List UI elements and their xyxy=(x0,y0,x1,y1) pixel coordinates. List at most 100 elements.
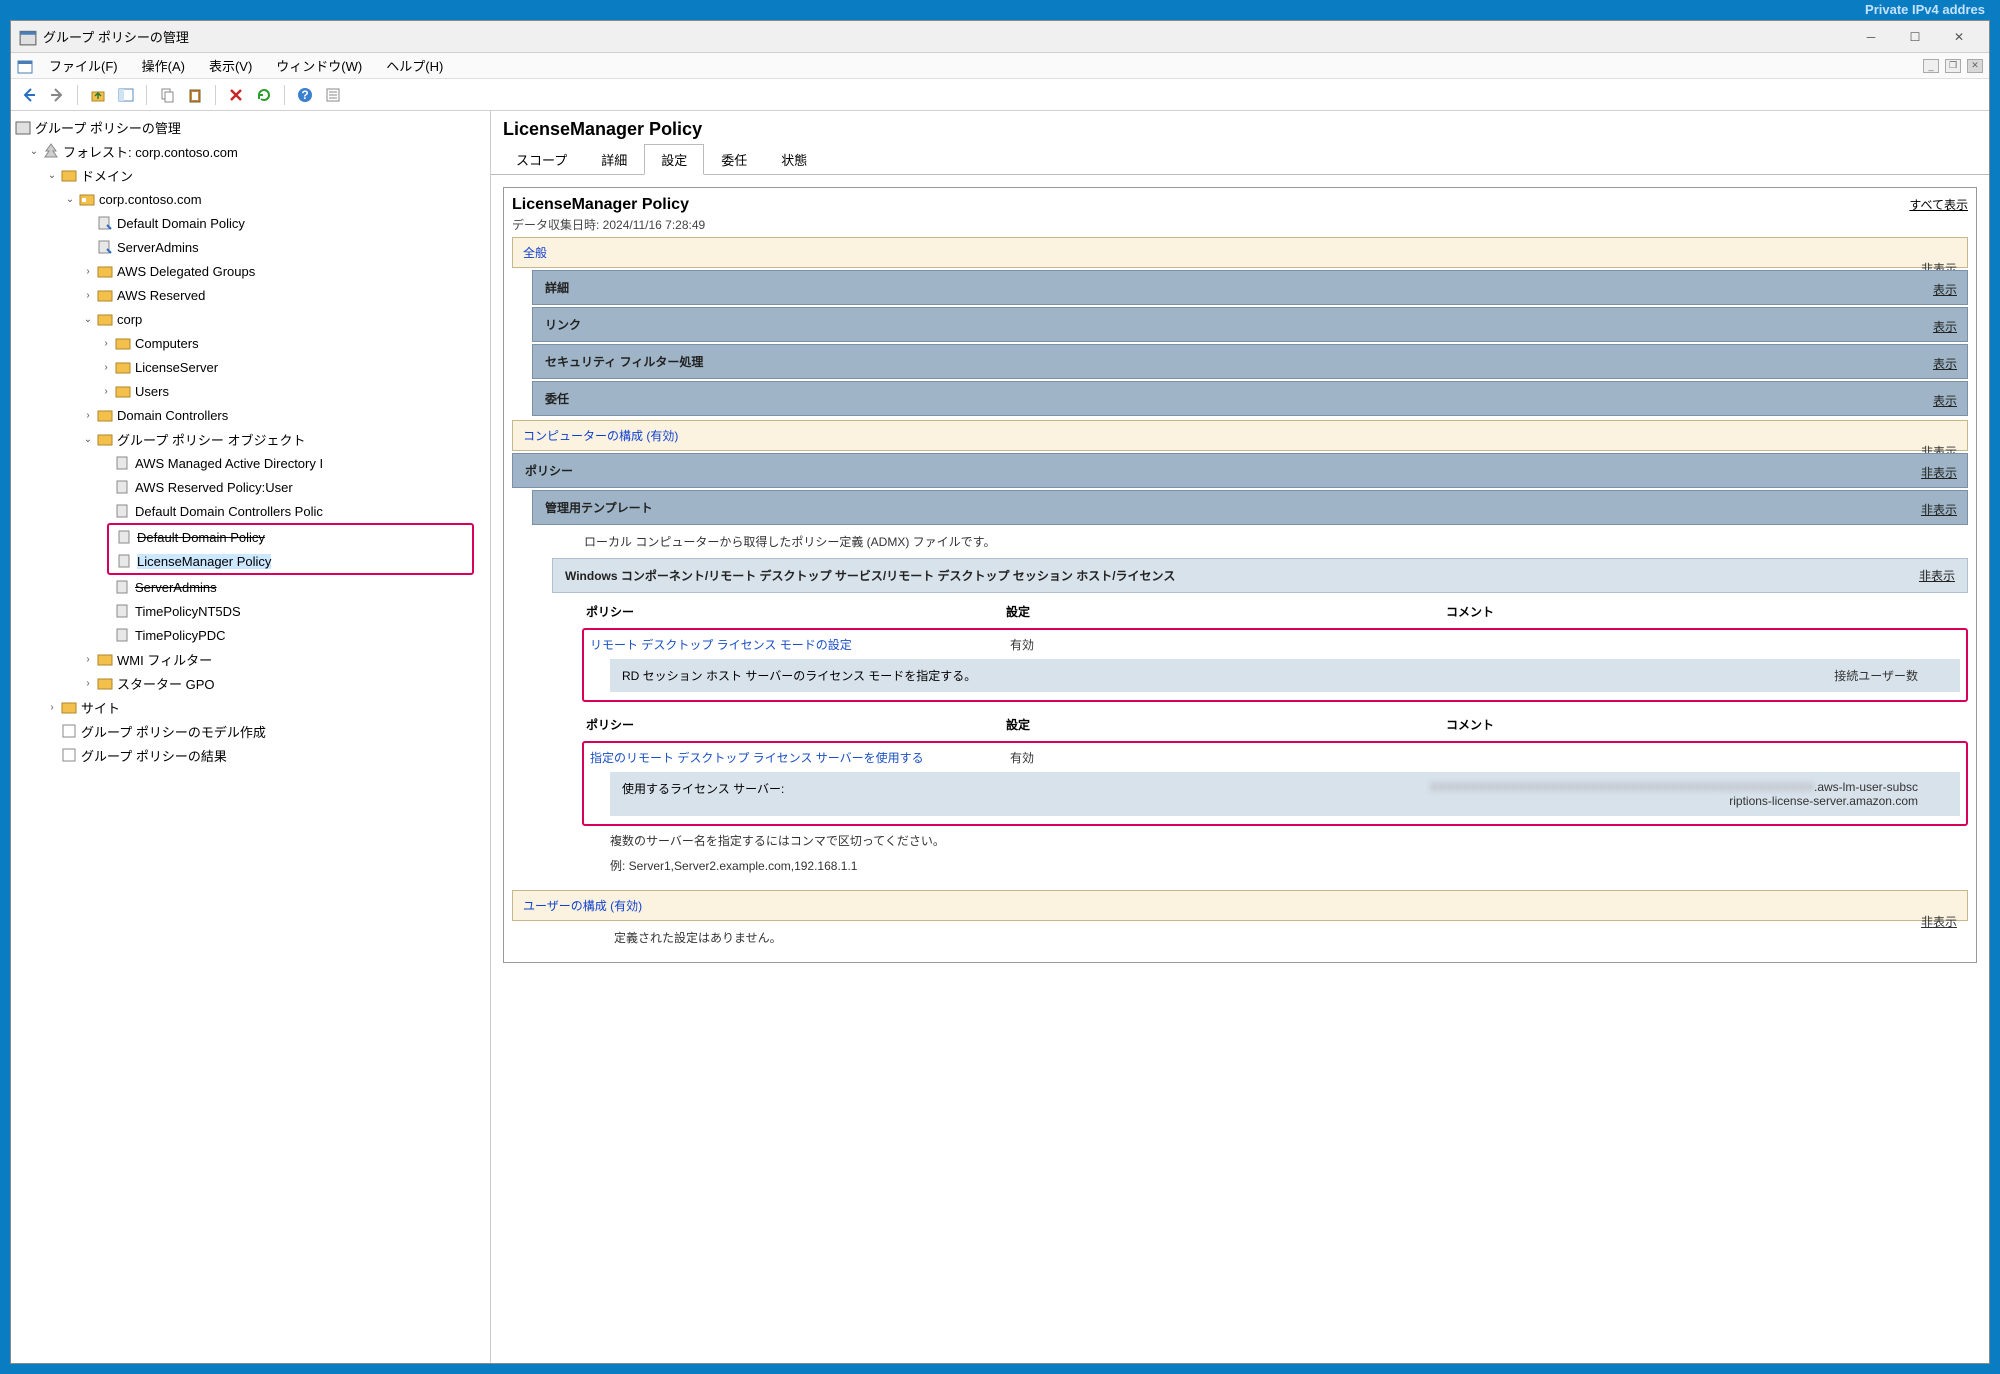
tree-item[interactable]: ›Users xyxy=(13,379,488,403)
details-pane: LicenseManager Policy スコープ 詳細 設定 委任 状態 す… xyxy=(491,111,1989,1363)
tree-item[interactable]: AWS Reserved Policy:User xyxy=(13,475,488,499)
tree-item[interactable]: ›スターター GPO xyxy=(13,671,488,695)
tree-sites[interactable]: ›サイト xyxy=(13,695,488,719)
tree-item[interactable]: ›AWS Delegated Groups xyxy=(13,259,488,283)
tree-item[interactable]: Default Domain Controllers Polic xyxy=(13,499,488,523)
toggle-link[interactable]: 非表示 xyxy=(1921,913,1957,930)
expand-icon[interactable]: › xyxy=(81,266,95,277)
tree-root[interactable]: グループ ポリシーの管理 xyxy=(13,115,488,139)
titlebar[interactable]: グループ ポリシーの管理 ─ ☐ ✕ xyxy=(11,21,1989,53)
up-button[interactable] xyxy=(86,83,110,107)
gpmc-window: グループ ポリシーの管理 ─ ☐ ✕ ファイル(F) 操作(A) 表示(V) ウ… xyxy=(10,20,1990,1364)
toggle-link[interactable]: 表示 xyxy=(1933,281,1957,298)
tree-item[interactable]: Default Domain Policy xyxy=(13,211,488,235)
admx-note: ローカル コンピューターから取得したポリシー定義 (ADMX) ファイルです。 xyxy=(572,525,1968,558)
section-admintmpl[interactable]: 管理用テンプレート非表示 xyxy=(532,490,1968,525)
rds-path-header[interactable]: Windows コンポーネント/リモート デスクトップ サービス/リモート デス… xyxy=(552,558,1968,593)
policy-detail-row: RD セッション ホスト サーバーのライセンス モードを指定する。 接続ユーザー… xyxy=(610,659,1960,692)
tree-item[interactable]: ›WMI フィルター xyxy=(13,647,488,671)
section-detail[interactable]: 詳細表示 xyxy=(532,270,1968,305)
menu-file[interactable]: ファイル(F) xyxy=(39,53,128,78)
policy-link[interactable]: リモート デスクトップ ライセンス モードの設定 有効 xyxy=(586,632,1964,657)
section-secfilter[interactable]: セキュリティ フィルター処理表示 xyxy=(532,344,1968,379)
maximize-button[interactable]: ☐ xyxy=(1893,23,1937,51)
menu-view[interactable]: 表示(V) xyxy=(199,53,262,78)
tree-item[interactable]: AWS Managed Active Directory I xyxy=(13,451,488,475)
menu-help[interactable]: ヘルプ(H) xyxy=(376,53,453,78)
gpo-icon xyxy=(115,579,131,595)
toggle-link[interactable]: 非表示 xyxy=(1921,501,1957,518)
policy-link[interactable]: 指定のリモート デスクトップ ライセンス サーバーを使用する 有効 xyxy=(586,745,1964,770)
copy-button[interactable] xyxy=(155,83,179,107)
forward-button[interactable] xyxy=(45,83,69,107)
show-hide-tree-button[interactable] xyxy=(114,83,138,107)
tree-forest[interactable]: ⌄フォレスト: corp.contoso.com xyxy=(13,139,488,163)
report-icon xyxy=(61,723,77,739)
help-button[interactable]: ? xyxy=(293,83,317,107)
collapse-icon[interactable]: ⌄ xyxy=(81,314,95,325)
show-all-link[interactable]: すべて表示 xyxy=(1909,196,1968,213)
toggle-link[interactable]: 非表示 xyxy=(1919,567,1955,584)
collapse-icon[interactable]: ⌄ xyxy=(63,194,77,205)
tree-item-selected[interactable]: LicenseManager Policy xyxy=(109,549,472,573)
tab-scope[interactable]: スコープ xyxy=(499,144,584,175)
tree-item[interactable]: ›LicenseServer xyxy=(13,355,488,379)
toggle-link[interactable]: 表示 xyxy=(1933,392,1957,409)
minimize-button[interactable]: ─ xyxy=(1849,23,1893,51)
section-general[interactable]: 全般 非表示 xyxy=(512,237,1968,268)
tree-item[interactable]: ⌄corp xyxy=(13,307,488,331)
close-button[interactable]: ✕ xyxy=(1937,23,1981,51)
forest-icon xyxy=(43,143,59,159)
gpmc-icon xyxy=(15,119,31,135)
back-button[interactable] xyxy=(17,83,41,107)
expand-icon[interactable]: › xyxy=(81,678,95,689)
tree-item[interactable]: ›Computers xyxy=(13,331,488,355)
nav-tree[interactable]: グループ ポリシーの管理 ⌄フォレスト: corp.contoso.com ⌄ド… xyxy=(11,111,491,1363)
expand-icon[interactable]: › xyxy=(99,362,113,373)
tab-details[interactable]: 詳細 xyxy=(584,144,644,175)
paste-button[interactable] xyxy=(183,83,207,107)
section-compcfg[interactable]: コンピューターの構成 (有効) 非表示 xyxy=(512,420,1968,451)
tree-item[interactable]: ›AWS Reserved xyxy=(13,283,488,307)
menu-action[interactable]: 操作(A) xyxy=(132,53,195,78)
collapse-icon[interactable]: ⌄ xyxy=(45,170,59,181)
toggle-link[interactable]: 非表示 xyxy=(1921,464,1957,481)
properties-button[interactable] xyxy=(321,83,345,107)
section-delegation[interactable]: 委任表示 xyxy=(532,381,1968,416)
section-usercfg[interactable]: ユーザーの構成 (有効) 非表示 xyxy=(512,890,1968,921)
tree-domains[interactable]: ⌄ドメイン xyxy=(13,163,488,187)
tree-item[interactable]: TimePolicyPDC xyxy=(13,623,488,647)
tree-item[interactable]: ›Domain Controllers xyxy=(13,403,488,427)
section-policies[interactable]: ポリシー非表示 xyxy=(512,453,1968,488)
tree-item[interactable]: ServerAdmins xyxy=(13,235,488,259)
ou-icon xyxy=(115,359,131,375)
delete-button[interactable] xyxy=(224,83,248,107)
tab-delegation[interactable]: 委任 xyxy=(704,144,764,175)
tree-gpo-container[interactable]: ⌄グループ ポリシー オブジェクト xyxy=(13,427,488,451)
tree-item[interactable]: TimePolicyNT5DS xyxy=(13,599,488,623)
mdi-minimize-button[interactable]: _ xyxy=(1923,59,1939,73)
toggle-link[interactable]: 表示 xyxy=(1933,355,1957,372)
mdi-close-button[interactable]: ✕ xyxy=(1967,59,1983,73)
section-links[interactable]: リンク表示 xyxy=(532,307,1968,342)
menu-window[interactable]: ウィンドウ(W) xyxy=(266,53,372,78)
expand-icon[interactable]: › xyxy=(99,338,113,349)
collapse-icon[interactable]: ⌄ xyxy=(81,434,95,445)
expand-icon[interactable]: › xyxy=(99,386,113,397)
expand-icon[interactable]: › xyxy=(45,702,59,713)
expand-icon[interactable]: › xyxy=(81,654,95,665)
collapse-icon[interactable]: ⌄ xyxy=(27,146,41,157)
domain-icon xyxy=(79,191,95,207)
toggle-link[interactable]: 表示 xyxy=(1933,318,1957,335)
refresh-button[interactable] xyxy=(252,83,276,107)
tree-gpresult[interactable]: グループ ポリシーの結果 xyxy=(13,743,488,767)
tree-domain[interactable]: ⌄corp.contoso.com xyxy=(13,187,488,211)
mdi-restore-button[interactable]: ❐ xyxy=(1945,59,1961,73)
tree-item[interactable]: ServerAdmins xyxy=(13,575,488,599)
tab-settings[interactable]: 設定 xyxy=(644,144,704,175)
tree-item[interactable]: Default Domain Policy xyxy=(109,525,472,549)
tab-status[interactable]: 状態 xyxy=(764,144,824,175)
tree-gpmodel[interactable]: グループ ポリシーのモデル作成 xyxy=(13,719,488,743)
expand-icon[interactable]: › xyxy=(81,290,95,301)
expand-icon[interactable]: › xyxy=(81,410,95,421)
